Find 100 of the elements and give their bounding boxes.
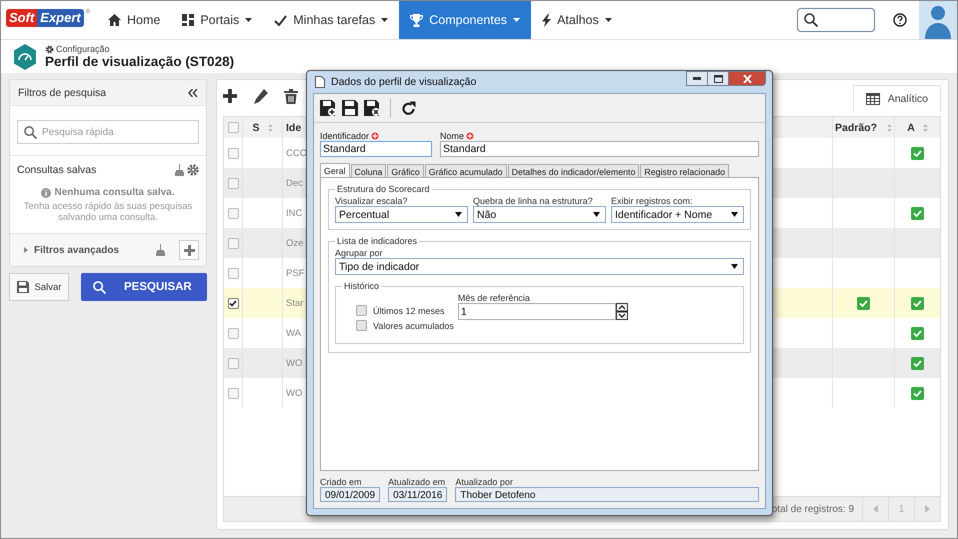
empty-hint: Tenha acesso rápido às suas pesquisas salvando uma consulta. bbox=[22, 201, 194, 223]
dropdown[interactable]: Identificador + Nome bbox=[611, 206, 744, 223]
field-label: Quebra de linha na estrutura? bbox=[473, 196, 594, 206]
table-cell: WO bbox=[286, 388, 302, 398]
tab[interactable]: Coluna bbox=[350, 164, 386, 178]
trash-icon[interactable] bbox=[284, 88, 298, 104]
search-field[interactable] bbox=[797, 8, 875, 32]
window-title: Dados do perfil de visualização bbox=[331, 76, 476, 88]
dropdown[interactable]: Não bbox=[473, 206, 606, 223]
document-icon bbox=[315, 76, 325, 88]
minimize-button[interactable] bbox=[686, 71, 708, 86]
tab[interactable]: Geral bbox=[320, 163, 350, 178]
broom-icon[interactable] bbox=[156, 244, 165, 256]
field-label: Nome bbox=[440, 131, 464, 141]
nav-menu-item[interactable]: Componentes bbox=[399, 1, 532, 39]
nav-menu-item[interactable]: Minhas tarefas bbox=[263, 1, 400, 39]
table-cell: WA bbox=[286, 328, 301, 338]
read-only-field: 09/01/2009 bbox=[320, 487, 380, 502]
maximize-icon bbox=[714, 74, 722, 82]
name-field[interactable]: Standard bbox=[440, 141, 759, 157]
column-header[interactable]: Ide bbox=[286, 122, 302, 134]
search-button[interactable]: PESQUISAR bbox=[81, 273, 207, 301]
gear-icon bbox=[45, 44, 54, 54]
lightning-icon bbox=[542, 14, 552, 26]
table-cell: Oze bbox=[286, 238, 304, 248]
expand-arrow-icon[interactable] bbox=[24, 247, 28, 253]
table-cell: CCO bbox=[286, 148, 308, 158]
analytic-view-tab[interactable]: Analítico bbox=[852, 85, 941, 112]
table-cell: Star bbox=[286, 298, 304, 308]
user-avatar[interactable] bbox=[919, 1, 957, 39]
column-header[interactable]: A bbox=[907, 122, 915, 134]
left-arrow-icon bbox=[873, 505, 878, 513]
save-icon[interactable] bbox=[342, 100, 358, 116]
checkbox[interactable] bbox=[356, 305, 367, 316]
row-checkbox[interactable] bbox=[228, 298, 238, 308]
select-all-checkbox[interactable] bbox=[228, 122, 238, 133]
row-checkbox[interactable] bbox=[228, 208, 238, 218]
plus-icon bbox=[184, 244, 194, 256]
close-button[interactable] bbox=[728, 71, 766, 86]
field-label: Atualizado por bbox=[455, 477, 514, 487]
search-icon bbox=[24, 126, 37, 139]
column-header[interactable]: Padrão? bbox=[834, 122, 877, 134]
page-title: Perfil de visualização (ST028) bbox=[45, 54, 234, 69]
tab[interactable]: Gráfico bbox=[387, 164, 424, 178]
info-icon bbox=[41, 188, 52, 198]
caret-icon bbox=[455, 212, 462, 217]
row-checkbox[interactable] bbox=[228, 268, 238, 278]
breadcrumb-link[interactable]: Configuração bbox=[56, 44, 110, 54]
sort-icon[interactable] bbox=[268, 124, 272, 132]
gauge-icon bbox=[13, 44, 37, 70]
nav-menu-item[interactable]: Home bbox=[97, 1, 172, 39]
spinner-arrows-icon[interactable] bbox=[616, 303, 628, 320]
checkbox-label: Valores acumulados bbox=[373, 320, 454, 330]
save-button[interactable]: Salvar bbox=[9, 273, 69, 301]
table-cell: INC bbox=[286, 208, 302, 218]
broom-icon[interactable] bbox=[175, 164, 184, 176]
tab[interactable]: Registro relacionado bbox=[640, 164, 730, 178]
logo-text: Soft bbox=[6, 9, 38, 27]
identifier-field[interactable]: Standard bbox=[320, 141, 432, 157]
nav-menu-item[interactable]: Atalhos bbox=[531, 1, 623, 39]
row-checkbox[interactable] bbox=[228, 238, 238, 248]
gear-icon[interactable] bbox=[187, 164, 199, 176]
grid-icon bbox=[182, 14, 194, 26]
table-cell: PSF bbox=[286, 268, 304, 278]
column-header[interactable]: S bbox=[252, 122, 260, 134]
add-filter-button[interactable] bbox=[179, 240, 199, 260]
save-close-icon[interactable] bbox=[364, 100, 380, 116]
table-cell: Dec bbox=[286, 178, 303, 188]
pencil-icon[interactable] bbox=[253, 88, 268, 104]
field-label: Criado em bbox=[320, 477, 363, 487]
plus-icon[interactable] bbox=[223, 89, 237, 103]
caret-icon bbox=[731, 212, 738, 217]
sort-icon[interactable] bbox=[887, 124, 892, 132]
field-label: Visualizar escala? bbox=[335, 196, 408, 206]
row-checkbox[interactable] bbox=[228, 358, 238, 368]
dropdown[interactable]: Tipo de indicador bbox=[335, 258, 744, 275]
row-checkbox[interactable] bbox=[228, 328, 238, 338]
checkbox[interactable] bbox=[356, 320, 367, 331]
collapse-icon[interactable] bbox=[188, 88, 198, 96]
field-label: Agrupar por bbox=[335, 248, 384, 258]
save-new-icon[interactable] bbox=[320, 100, 336, 116]
group-title: Estrutura do Scorecard bbox=[336, 184, 431, 194]
row-checkbox[interactable] bbox=[228, 148, 238, 158]
sort-icon[interactable] bbox=[922, 124, 928, 132]
field-label: Exibir registros com: bbox=[611, 196, 694, 206]
dropdown[interactable]: Percentual bbox=[335, 206, 468, 223]
quick-search-field[interactable]: Pesquisa rápida bbox=[17, 120, 199, 144]
reference-month-field[interactable]: 1 bbox=[458, 303, 616, 320]
tab[interactable]: Gráfico acumulado bbox=[424, 164, 507, 178]
home-icon bbox=[108, 14, 121, 26]
row-checkbox[interactable] bbox=[228, 178, 238, 188]
row-checkbox[interactable] bbox=[228, 388, 238, 398]
search-icon bbox=[804, 13, 818, 27]
tab[interactable]: Detalhes do indicador/elemento bbox=[508, 164, 640, 178]
nav-menu-item[interactable]: Portais bbox=[171, 1, 264, 39]
panel-title: Filtros de pesquisa bbox=[18, 86, 106, 98]
maximize-button[interactable] bbox=[707, 71, 729, 86]
section-title: Consultas salvas bbox=[17, 164, 96, 176]
help-icon[interactable] bbox=[893, 13, 907, 27]
refresh-icon[interactable] bbox=[401, 100, 416, 116]
